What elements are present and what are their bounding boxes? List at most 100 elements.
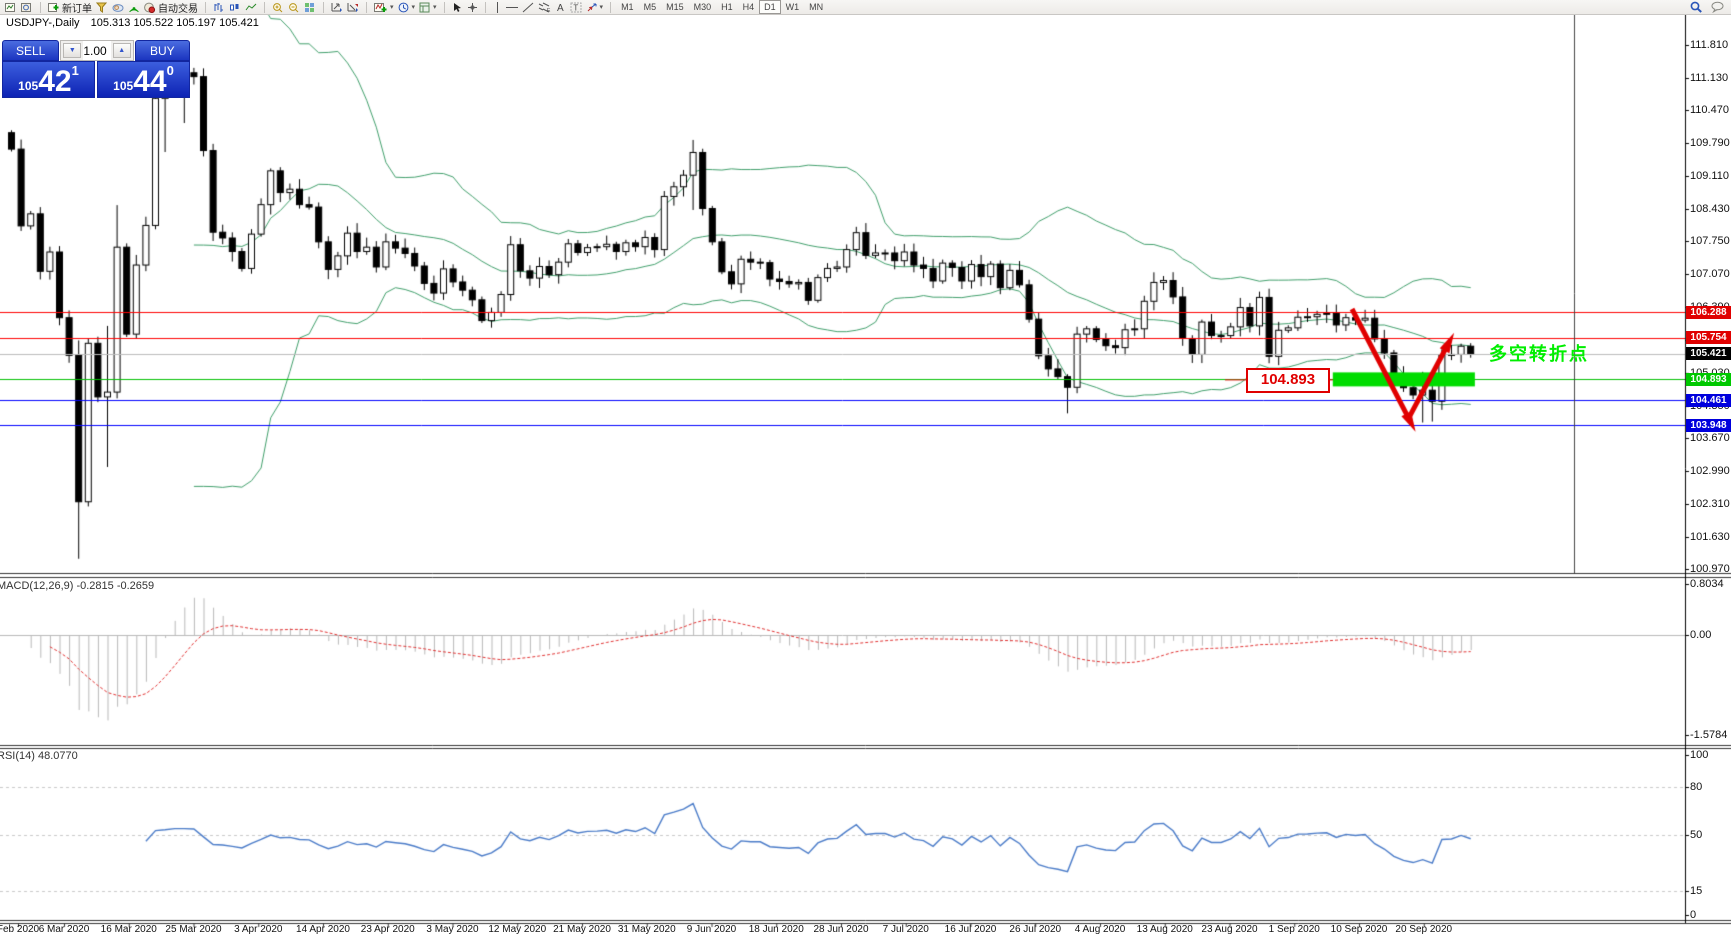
buy-button[interactable]: BUY [134,40,190,61]
add-indicator-icon[interactable]: ▾ [372,1,396,14]
date-axis-tick: 16 Jul 2020 [944,924,997,935]
arrange-right-icon[interactable] [345,1,361,14]
date-axis-tick: 9 Jun 2020 [686,924,737,935]
buy-price-base: 105 [113,79,134,93]
rsi-axis-tick: 50 [1690,829,1703,841]
macd-axis-tick: -1.5784 [1690,729,1728,742]
chat-icon[interactable] [1709,1,1727,14]
date-axis-tick: 23 Apr 2020 [360,924,415,935]
arrange-left-icon[interactable] [329,1,345,14]
cloud-icon[interactable] [110,1,126,14]
timeframe-d1-button[interactable]: D1 [759,0,781,14]
date-axis-tick: 7 Jul 2020 [882,924,929,935]
text-icon[interactable]: A [553,1,568,14]
tile-windows-icon[interactable] [302,1,318,14]
period-icon[interactable]: ▾ [396,1,418,14]
label-icon[interactable]: T [568,1,584,14]
svg-text:T: T [573,3,578,12]
sell-price-big: 42 [38,65,72,98]
svg-text:A: A [557,3,564,13]
candle-chart-icon[interactable] [227,1,243,14]
timeframe-m30-button[interactable]: M30 [689,0,717,14]
price-axis-tick: 103.670 [1690,432,1730,445]
date-axis-tick: 25 Mar 2020 [165,924,222,935]
timeframe-mn-button[interactable]: MN [804,0,828,14]
hline-icon[interactable] [504,1,520,14]
arrows-icon[interactable]: ▾ [584,1,606,14]
price-axis-tick: 102.310 [1690,498,1730,511]
level-price-badge: 103.948 [1686,418,1731,432]
rsi-label: RSI(14) 48.0770 [0,750,78,762]
trendline-icon[interactable] [520,1,536,14]
timeframe-m15-button[interactable]: M15 [661,0,689,14]
crosshair-icon[interactable] [465,1,480,14]
date-axis-tick: 4 Aug 2020 [1074,924,1126,935]
ohlc-values: 105.313 105.522 105.197 105.421 [90,17,259,29]
date-axis-tick: 3 Apr 2020 [234,924,283,935]
level-price-badge: 104.893 [1686,372,1731,386]
cursor-icon[interactable] [450,1,465,14]
buy-price-panel[interactable]: 105 44 0 [97,61,190,98]
price-chart-canvas[interactable] [0,0,1731,936]
date-axis-tick: 31 May 2020 [617,924,676,935]
level-price-badge: 106.288 [1686,305,1731,319]
price-level-tag[interactable]: 104.893 [1246,368,1330,393]
line-chart-icon[interactable] [243,1,259,14]
symbol-period-label: USDJPY-,Daily [6,17,80,29]
timeframe-h4-button[interactable]: H4 [738,0,760,14]
rsi-axis-tick: 15 [1690,885,1703,897]
profiles-icon[interactable] [19,1,35,14]
date-axis-tick: 18 Jun 2020 [748,924,804,935]
sell-price-panel[interactable]: 105 42 1 [2,61,95,98]
search-icon[interactable] [1688,1,1705,14]
date-axis-tick: 16 Mar 2020 [100,924,157,935]
signal-icon[interactable] [126,1,142,14]
buy-price-big: 44 [133,65,167,98]
level-price-badge: 104.461 [1686,393,1731,407]
date-axis-tick: 10 Sep 2020 [1330,924,1388,935]
funnel-icon[interactable] [94,1,110,14]
current-price-badge: 105.421 [1686,347,1731,361]
sell-price-base: 105 [18,79,39,93]
volume-down-button[interactable]: ▼ [63,43,82,58]
price-axis-tick: 109.110 [1690,169,1729,182]
zoom-out-icon[interactable] [286,1,302,14]
date-axis-tick: 23 Aug 2020 [1201,924,1258,935]
timeframe-m1-button[interactable]: M1 [616,0,639,14]
reversal-annotation[interactable]: 多空转折点 [1489,340,1589,366]
one-click-trading-widget: SELL ▼ 1.00 ▲ BUY 105 42 1 105 44 0 [2,40,190,98]
new-chart-icon[interactable] [3,1,19,14]
rsi-axis-tick: 80 [1690,781,1703,793]
date-axis-tick: 6 Mar 2020 [38,924,90,935]
vline-icon[interactable] [491,1,504,14]
macd-axis-tick: 0.8034 [1690,577,1724,590]
timeframe-h1-button[interactable]: H1 [716,0,738,14]
new-order-button[interactable]: 新订单 [46,1,94,15]
date-axis-tick: 20 Sep 2020 [1395,924,1453,935]
bar-chart-icon[interactable] [211,1,227,14]
volume-up-button[interactable]: ▲ [112,43,131,58]
auto-trading-label: 自动交易 [158,3,198,15]
volume-stepper: ▼ 1.00 ▲ [60,40,134,61]
auto-trading-button[interactable]: 自动交易 [142,1,200,15]
zoom-in-icon[interactable] [270,1,286,14]
sell-price-sup: 1 [71,63,79,78]
template-icon[interactable]: ▾ [417,1,439,14]
date-axis-tick: 3 May 2020 [426,924,479,935]
price-axis-tick: 107.070 [1690,268,1730,281]
rsi-axis-tick: 100 [1690,749,1709,761]
volume-input[interactable]: 1.00 [83,41,111,60]
price-axis-tick: 109.790 [1690,136,1730,149]
price-axis-tick: 111.810 [1690,39,1729,52]
fibo-icon[interactable]: E [536,1,553,14]
date-axis-tick: 14 Apr 2020 [296,924,350,935]
macd-label: MACD(12,26,9) -0.2815 -0.2659 [0,580,155,592]
macd-axis-tick: 0.00 [1690,629,1712,641]
mt4-window: { "toolbar": { "new_order_label": "新订单",… [0,0,1731,936]
timeframe-w1-button[interactable]: W1 [781,0,805,14]
sell-button[interactable]: SELL [2,40,60,61]
timeframe-m5-button[interactable]: M5 [639,0,662,14]
chart-title: USDJPY-,Daily 105.313 105.522 105.197 10… [6,17,259,29]
svg-text:E: E [547,8,551,13]
date-axis-tick: 12 May 2020 [488,924,547,935]
